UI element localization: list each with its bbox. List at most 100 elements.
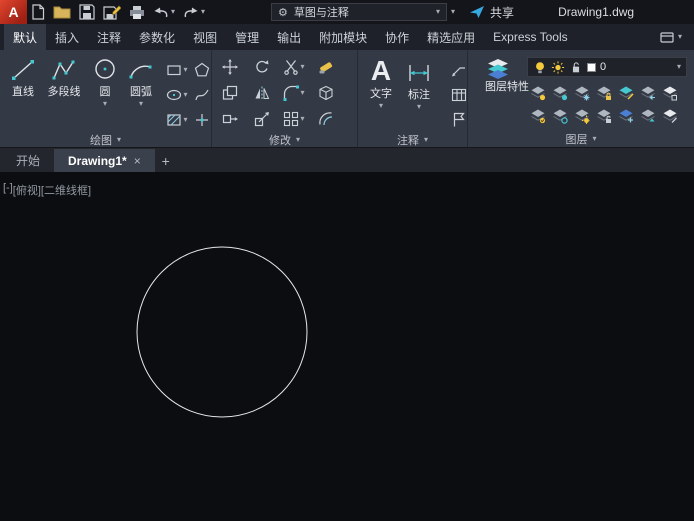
- circle-tool[interactable]: 圆 ▾: [87, 53, 123, 132]
- tab-home[interactable]: 默认: [4, 24, 47, 50]
- panel-title: 图层: [565, 133, 588, 146]
- tab-express-tools[interactable]: Express Tools: [484, 24, 576, 50]
- point-tool[interactable]: [191, 112, 213, 128]
- layer-state-tool[interactable]: [662, 85, 678, 101]
- layer-match-tool[interactable]: [618, 85, 634, 101]
- share-button[interactable]: 共享: [469, 4, 514, 21]
- rotate-tool[interactable]: [254, 59, 270, 75]
- point-icon: [196, 113, 208, 126]
- save-as-button[interactable]: [99, 0, 125, 24]
- text-tool[interactable]: A 文字 ▾: [363, 53, 399, 132]
- modify-panel-label[interactable]: 修改 ▾: [212, 132, 357, 148]
- layer-off-icon: [531, 86, 546, 100]
- tab-insert[interactable]: 插入: [46, 24, 88, 50]
- layer-dropdown[interactable]: 0 ▾: [527, 57, 687, 77]
- draw-panel-label[interactable]: 绘图 ▾: [0, 132, 211, 148]
- ribbon-panel-icon: [660, 31, 674, 43]
- stretch-tool[interactable]: [222, 111, 238, 127]
- file-tab-bar: 开始 Drawing1* × +: [0, 148, 694, 172]
- spline-tool[interactable]: [191, 87, 213, 103]
- file-tab-start[interactable]: 开始: [2, 149, 54, 172]
- tab-output[interactable]: 输出: [268, 24, 310, 50]
- layer-thaw-tool[interactable]: [574, 108, 590, 124]
- draw-mini-tools: ▾ ▾ ▾: [163, 57, 213, 132]
- drawing-canvas[interactable]: [-] [俯视] [二维线框]: [0, 172, 694, 521]
- autocad-window: A ▾ ▾ ⚙ 草图与注释 ▾ ▾ 共享 Drawing1.dwg 默认 插入 …: [0, 0, 694, 521]
- chevron-down-icon: ▾: [416, 102, 421, 111]
- new-file-button[interactable]: [27, 0, 49, 24]
- layer-merge-tool[interactable]: [662, 108, 678, 124]
- polygon-tool[interactable]: [191, 62, 213, 78]
- mirror-tool[interactable]: [254, 85, 270, 101]
- qat-customize-button[interactable]: ▾: [447, 0, 459, 24]
- ellipse-tool[interactable]: ▾: [163, 87, 191, 103]
- tab-view[interactable]: 视图: [184, 24, 226, 50]
- tab-addins[interactable]: 附加模块: [310, 24, 376, 50]
- layer-lock-tool[interactable]: [596, 85, 612, 101]
- fillet-tool[interactable]: ▾: [283, 85, 305, 101]
- redo-button[interactable]: ▾: [179, 0, 209, 24]
- polyline-tool[interactable]: 多段线: [41, 53, 87, 132]
- layer-unlock-tool[interactable]: [596, 108, 612, 124]
- explode-tool[interactable]: [318, 85, 334, 101]
- chevron-down-icon: ▾: [451, 7, 456, 16]
- ribbon-options-button[interactable]: ▾: [648, 24, 694, 50]
- copy-tool[interactable]: [222, 85, 238, 101]
- tab-parametric[interactable]: 参数化: [130, 24, 184, 50]
- chevron-down-icon: ▾: [183, 114, 188, 124]
- gear-icon: ⚙: [278, 6, 288, 19]
- move-tool[interactable]: [222, 59, 238, 75]
- new-drawing-button[interactable]: +: [155, 149, 177, 172]
- layers-panel-label[interactable]: 图层 ▾: [468, 130, 694, 147]
- layer-properties-button[interactable]: 图层特性: [473, 53, 529, 130]
- file-tab-label: 开始: [16, 154, 41, 168]
- layer-off-tool[interactable]: [530, 85, 546, 101]
- spline-icon: [195, 89, 209, 100]
- erase-tool[interactable]: [318, 59, 334, 75]
- dimension-tool[interactable]: 标注 ▾: [399, 53, 439, 132]
- layer-unisolate-tool[interactable]: [552, 108, 568, 124]
- tab-collaborate[interactable]: 协作: [376, 24, 418, 50]
- tab-featured-apps[interactable]: 精选应用: [418, 24, 484, 50]
- layer-previous-tool[interactable]: [640, 85, 656, 101]
- annotation-panel-label[interactable]: 注释 ▾: [358, 132, 467, 148]
- rectangle-tool[interactable]: ▾: [163, 62, 191, 78]
- layer-freeze-tool[interactable]: [574, 85, 590, 101]
- arc-tool[interactable]: 圆弧 ▾: [123, 53, 159, 132]
- layer-match-icon: [619, 86, 634, 100]
- scale-tool[interactable]: [254, 111, 270, 127]
- tool-label: 直线: [12, 86, 34, 98]
- tab-manage[interactable]: 管理: [226, 24, 268, 50]
- layer-walk-tool[interactable]: [640, 108, 656, 124]
- text-tool-icon: A: [370, 55, 392, 86]
- layer-on-tool[interactable]: [530, 108, 546, 124]
- close-icon[interactable]: ×: [134, 154, 141, 168]
- chevron-down-icon: ▾: [116, 135, 121, 144]
- undo-button[interactable]: ▾: [149, 0, 179, 24]
- array-tool[interactable]: ▾: [283, 111, 305, 127]
- chevron-down-icon: ▾: [300, 88, 305, 97]
- app-logo[interactable]: A: [0, 0, 27, 24]
- rectangle-icon: [167, 64, 182, 75]
- workspace-selector[interactable]: ⚙ 草图与注释 ▾: [271, 3, 448, 21]
- chevron-down-icon: ▾: [378, 101, 383, 110]
- hatch-tool[interactable]: ▾: [163, 112, 191, 128]
- plot-button[interactable]: [125, 0, 149, 24]
- stretch-icon: [222, 114, 238, 124]
- tab-annotate[interactable]: 注释: [88, 24, 130, 50]
- layer-color-swatch: [587, 62, 596, 72]
- hatch-icon: [167, 113, 182, 126]
- drawn-circle[interactable]: [136, 246, 308, 418]
- offset-tool[interactable]: [318, 111, 334, 127]
- trim-tool[interactable]: ▾: [283, 59, 305, 75]
- line-tool[interactable]: 直线: [5, 53, 41, 132]
- array-icon: [284, 111, 299, 127]
- save-button[interactable]: [75, 0, 99, 24]
- annotation-panel-content: A 文字 ▾ 标注 ▾: [358, 50, 467, 132]
- leader-icon: [452, 66, 465, 76]
- open-file-button[interactable]: [49, 0, 75, 24]
- layer-copy-tool[interactable]: [618, 108, 634, 124]
- layer-isolate-tool[interactable]: [552, 85, 568, 101]
- file-tab-drawing1[interactable]: Drawing1* ×: [54, 149, 155, 172]
- chevron-down-icon: ▾: [171, 7, 176, 16]
